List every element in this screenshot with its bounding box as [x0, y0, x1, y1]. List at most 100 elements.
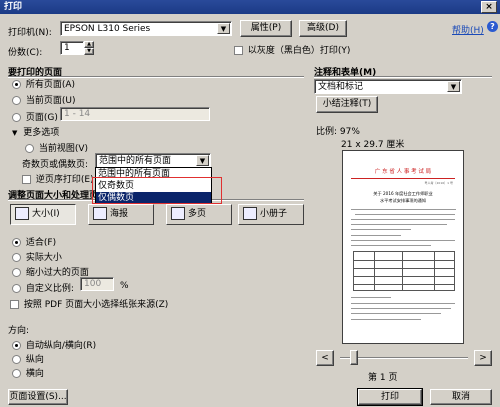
- current-page-label: 当前页面(U): [25, 96, 76, 106]
- tab-booklet-label: 小册子: [260, 209, 288, 219]
- comments-select[interactable]: 文档和标记 ▼: [314, 79, 462, 94]
- copies-label: 份数(C):: [8, 48, 43, 58]
- pdf-paper-option[interactable]: 按照 PDF 页面大小选择纸张来源(Z): [10, 297, 168, 310]
- chevron-down-icon[interactable]: ▼: [447, 81, 460, 92]
- custom-scale-input[interactable]: 100: [80, 277, 114, 291]
- actual-size-radio[interactable]: [12, 253, 21, 262]
- auto-orientation-radio[interactable]: [12, 341, 21, 350]
- current-view-option[interactable]: 当前视图(V): [25, 141, 88, 154]
- portrait-label: 纵向: [25, 355, 44, 365]
- doc-text-line: [351, 308, 451, 309]
- current-page-radio[interactable]: [12, 96, 21, 105]
- page-range-radio[interactable]: [12, 113, 21, 122]
- reverse-option[interactable]: 逆页序打印(E): [22, 172, 94, 185]
- doc-header: 广 东 省 人 事 考 试 局: [374, 169, 432, 175]
- triangle-down-icon[interactable]: ▼: [12, 129, 17, 137]
- doc-table-rule: [374, 252, 375, 290]
- prev-page-button[interactable]: <: [316, 350, 334, 366]
- close-icon[interactable]: ×: [481, 1, 497, 13]
- doc-text-line: [351, 235, 401, 236]
- odd-even-select[interactable]: 范围中的所有页面 ▼: [95, 153, 211, 168]
- more-options-toggle[interactable]: ▼ 更多选项: [12, 125, 59, 138]
- multiple-icon: [171, 207, 185, 220]
- custom-scale-radio[interactable]: [12, 284, 21, 293]
- actual-size-option[interactable]: 实际大小: [12, 250, 62, 263]
- portrait-option[interactable]: 纵向: [12, 352, 44, 365]
- booklet-icon: [243, 207, 257, 220]
- tab-size[interactable]: 大小(I): [10, 204, 76, 225]
- tab-booklet[interactable]: 小册子: [238, 204, 304, 225]
- grayscale-option[interactable]: 以灰度（黑白色）打印(Y): [234, 43, 350, 56]
- actual-size-label: 实际大小: [25, 253, 62, 263]
- doc-text-line: [351, 229, 411, 230]
- all-pages-radio[interactable]: [12, 80, 21, 89]
- custom-scale-option[interactable]: 自定义比例:: [12, 281, 74, 294]
- page-slider-thumb[interactable]: [350, 350, 358, 365]
- grayscale-checkbox[interactable]: [234, 46, 243, 55]
- page-range-input[interactable]: 1 - 14: [60, 107, 210, 121]
- landscape-option[interactable]: 横向: [12, 366, 44, 379]
- pdf-paper-label: 按照 PDF 页面大小选择纸张来源(Z): [23, 300, 169, 310]
- doc-table-rule: [434, 252, 435, 290]
- doc-table: [353, 251, 455, 291]
- doc-text-line: [351, 319, 421, 320]
- portrait-radio[interactable]: [12, 355, 21, 364]
- copies-input[interactable]: 1: [60, 41, 84, 55]
- copies-up-icon[interactable]: ▲: [84, 41, 94, 48]
- fit-option[interactable]: 适合(F): [12, 235, 56, 248]
- page-range-option[interactable]: 页面(G): [12, 110, 58, 123]
- page-slider-track[interactable]: [340, 357, 468, 359]
- more-options-label: 更多选项: [23, 128, 60, 138]
- properties-button[interactable]: 属性(P): [240, 20, 292, 37]
- next-page-button[interactable]: >: [474, 350, 492, 366]
- page-range-label: 页面(G): [25, 113, 58, 123]
- doc-table-rule: [354, 268, 454, 269]
- tab-poster[interactable]: 海报: [88, 204, 154, 225]
- page-setup-button[interactable]: 页面设置(S)...: [8, 389, 68, 405]
- print-preview: 广 东 省 人 事 考 试 局 粤人考〔2016〕1 号 关于 2016 年度社…: [342, 150, 464, 344]
- page-indicator: 第 1 页: [368, 373, 398, 383]
- doc-text-line: [355, 214, 455, 215]
- copies-down-icon[interactable]: ▼: [84, 48, 94, 55]
- current-view-label: 当前视图(V): [38, 144, 89, 154]
- percent-sign: %: [120, 281, 129, 291]
- doc-text-line: [351, 303, 455, 304]
- summarize-button[interactable]: 小结注释(T): [316, 96, 378, 113]
- printer-select[interactable]: EPSON L310 Series ▼: [60, 21, 232, 36]
- current-view-radio[interactable]: [25, 144, 34, 153]
- chevron-down-icon[interactable]: ▼: [196, 155, 209, 166]
- auto-orientation-option[interactable]: 自动纵向/横向(R): [12, 338, 96, 351]
- custom-scale-value: 100: [84, 279, 102, 289]
- shrink-option[interactable]: 缩小过大的页面: [12, 265, 89, 278]
- shrink-radio[interactable]: [12, 268, 21, 277]
- scale-readout: 比例: 97%: [316, 127, 360, 137]
- cancel-button[interactable]: 取消: [430, 389, 492, 405]
- tab-multiple[interactable]: 多页: [166, 204, 232, 225]
- help-link[interactable]: 帮助(H): [452, 23, 484, 36]
- page-range-value: 1 - 14: [64, 109, 91, 119]
- help-icon[interactable]: ?: [487, 21, 498, 32]
- title-bar: 打印 ×: [0, 0, 500, 14]
- all-pages-option[interactable]: 所有页面(A): [12, 77, 75, 90]
- landscape-label: 横向: [25, 369, 44, 379]
- tab-multiple-label: 多页: [188, 209, 207, 219]
- print-button[interactable]: 打印: [357, 388, 423, 406]
- doc-table-rule: [354, 276, 454, 277]
- doc-table-rule: [354, 284, 454, 285]
- orientation-title: 方向:: [8, 326, 30, 336]
- reverse-label: 逆页序打印(E): [35, 175, 94, 185]
- comments-divider: [314, 76, 492, 78]
- current-page-option[interactable]: 当前页面(U): [12, 93, 76, 106]
- doc-table-rule: [402, 252, 403, 290]
- pdf-paper-checkbox[interactable]: [10, 300, 19, 309]
- reverse-checkbox[interactable]: [22, 175, 31, 184]
- fit-radio[interactable]: [12, 238, 21, 247]
- landscape-radio[interactable]: [12, 369, 21, 378]
- doc-title: 关于 2016 年度社会工作师职业: [373, 191, 433, 196]
- tab-size-label: 大小(I): [32, 209, 60, 219]
- grayscale-label: 以灰度（黑白色）打印(Y): [247, 46, 351, 56]
- doc-text-line: [351, 313, 441, 314]
- advanced-button[interactable]: 高级(D): [299, 20, 347, 37]
- chevron-down-icon[interactable]: ▼: [217, 23, 230, 34]
- custom-scale-label: 自定义比例:: [25, 284, 74, 294]
